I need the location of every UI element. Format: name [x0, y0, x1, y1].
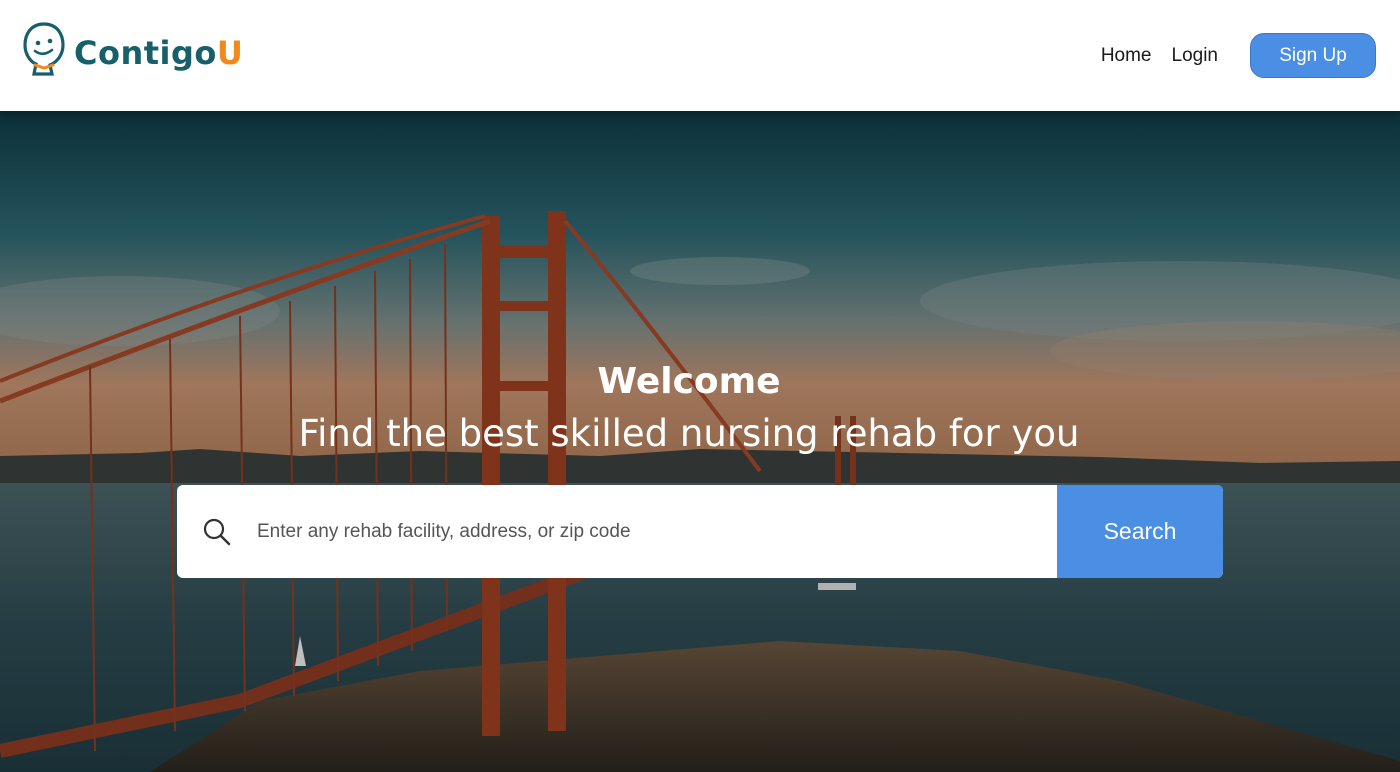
search-icon — [177, 485, 257, 578]
site-header: ContigoU Home Login Sign Up — [0, 0, 1400, 111]
hero-title: Welcome — [597, 361, 781, 402]
logo[interactable]: ContigoU — [22, 20, 243, 80]
sign-up-button[interactable]: Sign Up — [1250, 33, 1376, 78]
nav-login-link[interactable]: Login — [1172, 45, 1219, 67]
hero-banner: Welcome Find the best skilled nursing re… — [0, 111, 1400, 772]
hero-subtitle: Find the best skilled nursing rehab for … — [298, 412, 1080, 455]
nav-home-link[interactable]: Home — [1101, 45, 1152, 67]
search-bar: Search — [177, 485, 1223, 578]
contigo-face-icon — [23, 22, 65, 76]
search-button[interactable]: Search — [1057, 485, 1223, 578]
top-nav: Home Login Sign Up — [1101, 33, 1376, 78]
brand-name: ContigoU — [74, 34, 244, 72]
search-input[interactable] — [257, 485, 1057, 578]
